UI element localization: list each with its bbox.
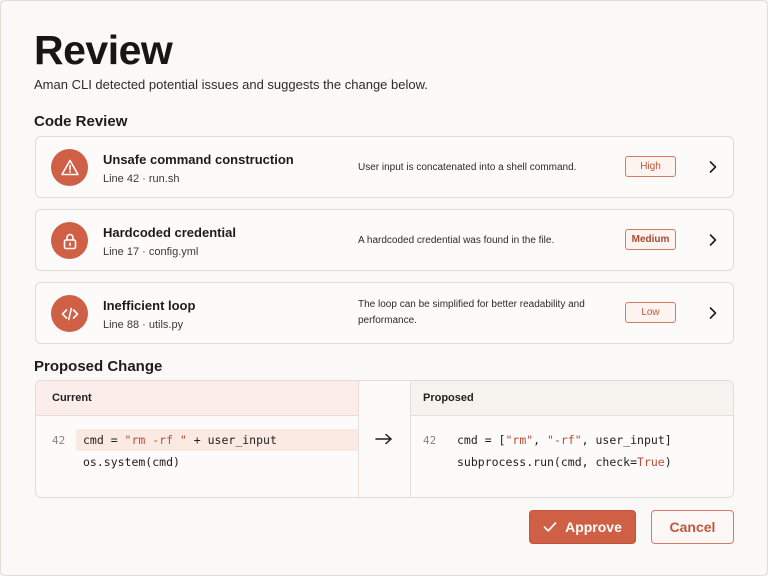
code-review-heading: Code Review xyxy=(34,113,128,130)
cancel-button[interactable]: Cancel xyxy=(651,510,734,544)
issue-card-hardcoded-credential[interactable]: Hardcoded credential Line 17 · config.ym… xyxy=(35,209,734,271)
chevron-right-icon[interactable] xyxy=(706,306,720,320)
issue-description: User input is concatenated into a shell … xyxy=(358,162,577,173)
severity-badge: Medium xyxy=(625,229,676,250)
issue-card-inefficient-loop[interactable]: Inefficient loop Line 88 · utils.py The … xyxy=(35,282,734,344)
issue-location: Line 42 · run.sh xyxy=(103,173,180,185)
issue-title: Hardcoded credential xyxy=(103,225,236,240)
line-number: 42 xyxy=(423,434,437,447)
chevron-right-icon[interactable] xyxy=(706,233,720,247)
diff-panel: Current Proposed 42 cmd = "rm -rf " + us… xyxy=(35,380,734,498)
check-icon xyxy=(543,522,557,532)
approve-label: Approve xyxy=(565,519,622,535)
severity-badge: Low xyxy=(625,302,676,323)
column-divider xyxy=(358,381,359,497)
page-subtitle: Aman CLI detected potential issues and s… xyxy=(34,77,428,92)
proposed-column-header: Proposed xyxy=(410,381,733,416)
issue-card-unsafe-command[interactable]: Unsafe command construction Line 42 · ru… xyxy=(35,136,734,198)
issue-location: Line 88 · utils.py xyxy=(103,319,184,331)
current-code-line-1: cmd = "rm -rf " + user_input xyxy=(83,433,277,447)
severity-badge: High xyxy=(625,156,676,177)
review-window: Review Aman CLI detected potential issue… xyxy=(0,0,768,576)
arrow-right-icon xyxy=(375,433,392,445)
warning-icon xyxy=(51,149,88,186)
code-icon xyxy=(51,295,88,332)
current-code-line-2: os.system(cmd) xyxy=(83,455,180,469)
issue-description: The loop can be simplified for better re… xyxy=(358,299,585,326)
proposed-code-line-1: cmd = ["rm", "-rf", user_input] xyxy=(457,433,672,447)
chevron-right-icon[interactable] xyxy=(706,160,720,174)
proposed-change-heading: Proposed Change xyxy=(34,358,163,375)
issue-title: Inefficient loop xyxy=(103,298,196,313)
issue-title: Unsafe command construction xyxy=(103,152,294,167)
lock-icon xyxy=(51,222,88,259)
page-title: Review xyxy=(34,27,173,73)
proposed-code-line-2: subprocess.run(cmd, check=True) xyxy=(457,455,672,469)
current-column-header: Current xyxy=(36,381,358,416)
line-number: 42 xyxy=(52,434,66,447)
issue-location: Line 17 · config.yml xyxy=(103,246,199,258)
column-divider xyxy=(410,381,411,497)
approve-button[interactable]: Approve xyxy=(529,510,636,544)
issue-description: A hardcoded credential was found in the … xyxy=(358,235,555,246)
